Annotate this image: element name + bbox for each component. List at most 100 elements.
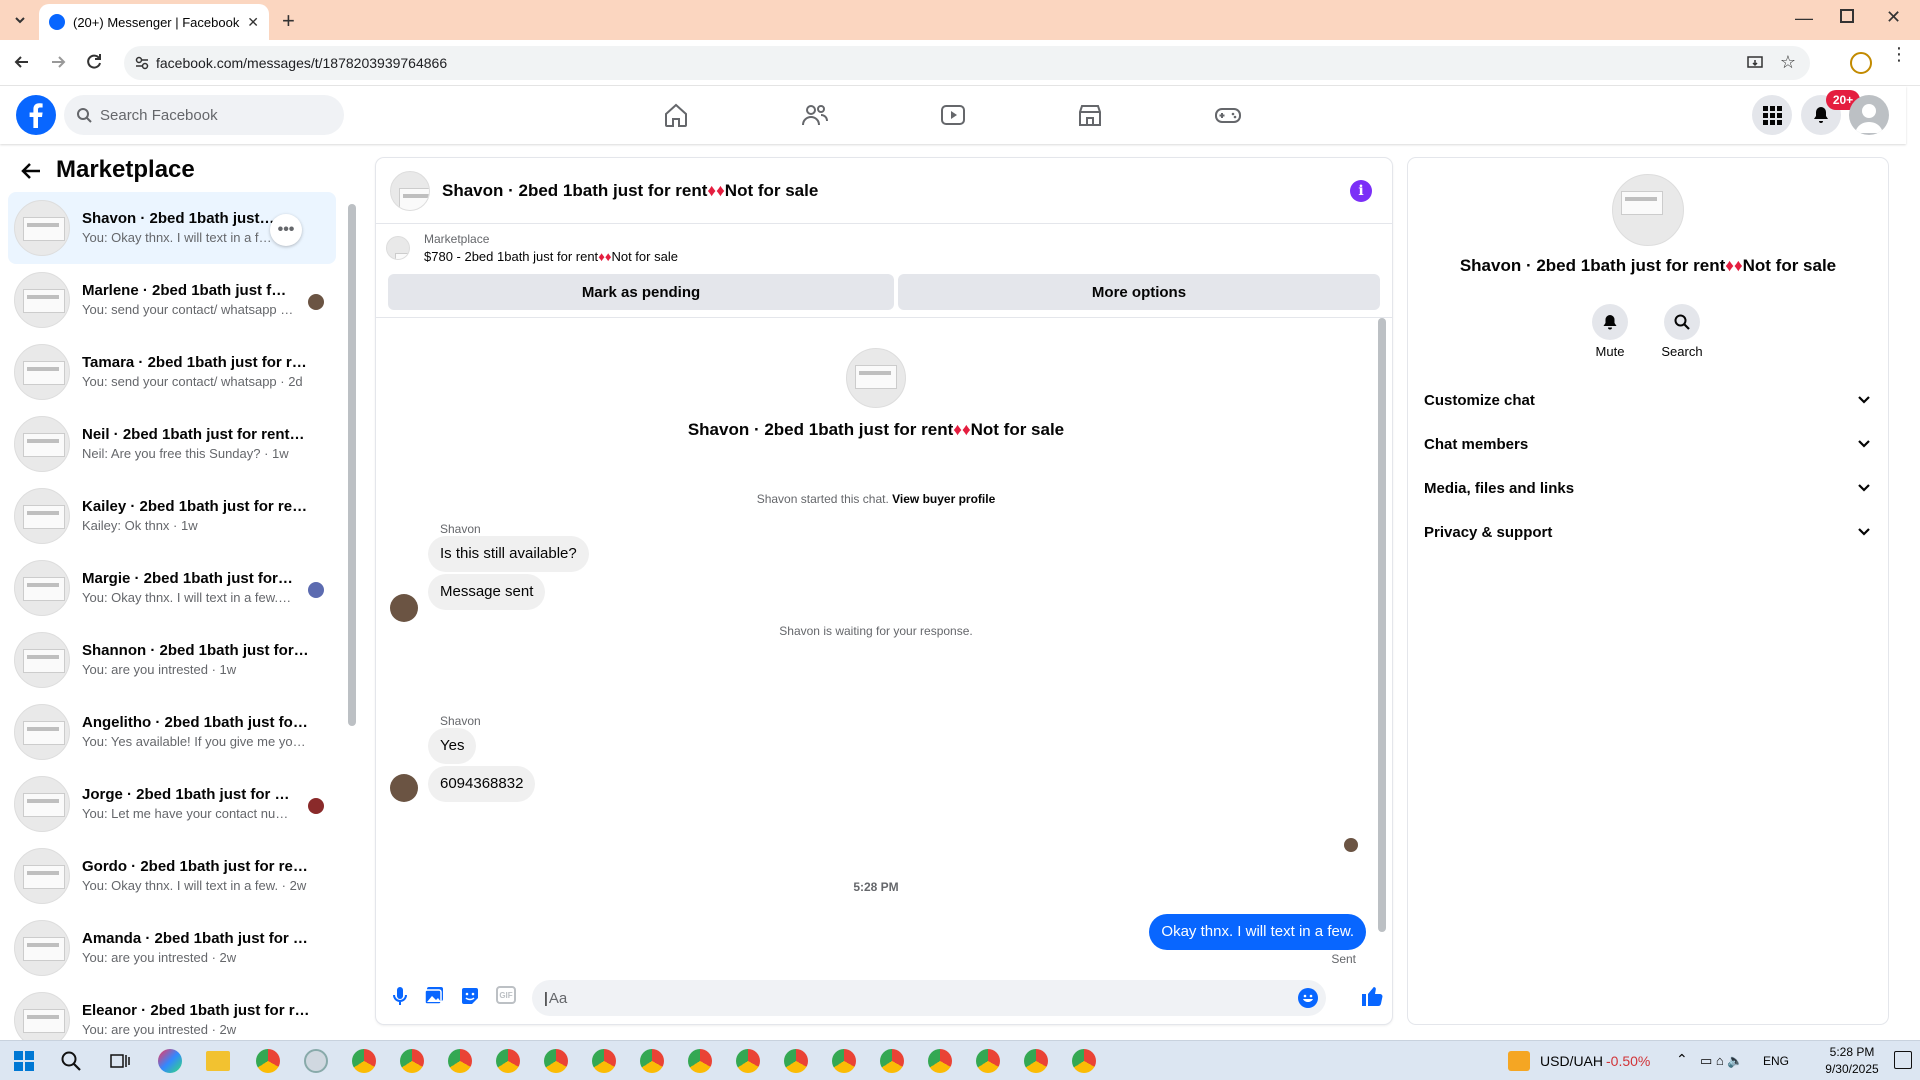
my-message-bubble[interactable]: Okay thnx. I will text in a few. [1149, 914, 1366, 950]
conversation-item-angelitho[interactable]: Angelitho · 2bed 1bath just for rent♦♦No… [8, 696, 336, 768]
message-bubble[interactable]: Is this still available? [428, 536, 589, 572]
listing-text[interactable]: $780 - 2bed 1bath just for rent♦♦Not for… [424, 249, 678, 264]
chat-title[interactable]: Shavon · 2bed 1bath just for rent♦♦Not f… [442, 181, 818, 201]
thread-scrollbar[interactable] [1378, 318, 1386, 932]
conversation-item-gordo[interactable]: Gordo · 2bed 1bath just for rent♦♦Not fo… [8, 840, 336, 912]
currency-widget-icon[interactable] [1508, 1051, 1530, 1071]
mute-bell-icon[interactable] [1592, 304, 1628, 340]
notification-center-icon[interactable] [1894, 1051, 1912, 1069]
listing-thumbnail[interactable] [386, 236, 410, 260]
media-files-links-row[interactable]: Media, files and links [1424, 468, 1872, 508]
conversation-item-tamara[interactable]: Tamara · 2bed 1bath just for rent♦♦Not f… [8, 336, 336, 408]
taskbar-search-icon[interactable] [60, 1050, 82, 1072]
clock-date[interactable]: 9/30/2025 [1820, 1062, 1884, 1076]
chrome-profile-icon[interactable] [1024, 1049, 1048, 1073]
more-options-button[interactable]: More options [898, 274, 1380, 310]
tab-close-icon[interactable]: ✕ [247, 14, 259, 31]
back-arrow-icon[interactable] [20, 160, 42, 182]
chrome-profile-icon[interactable] [400, 1049, 424, 1073]
chevron-up-icon[interactable]: ⌃ [1676, 1051, 1688, 1068]
new-tab-icon[interactable]: + [282, 8, 295, 34]
sender-avatar[interactable] [390, 774, 418, 802]
site-info-icon[interactable] [134, 55, 150, 71]
conversation-item-kailey[interactable]: Kailey · 2bed 1bath just for rent♦♦Not f… [8, 480, 336, 552]
language-indicator[interactable]: ENG [1763, 1054, 1789, 1068]
info-avatar[interactable] [1612, 174, 1684, 246]
mark-as-pending-button[interactable]: Mark as pending [388, 274, 894, 310]
minimize-icon[interactable]: — [1795, 8, 1813, 29]
clock-time[interactable]: 5:28 PM [1820, 1045, 1884, 1059]
emoji-icon[interactable] [1298, 988, 1318, 1008]
browser-menu-icon[interactable]: ⋮ [1890, 45, 1908, 63]
url-field[interactable]: facebook.com/messages/t/1878203939764866… [124, 46, 1810, 80]
conversation-item-margie[interactable]: Margie · 2bed 1bath just for rent♦♦Not f… [8, 552, 336, 624]
file-explorer-icon[interactable] [206, 1051, 230, 1071]
gif-icon[interactable]: GIF [496, 986, 516, 1004]
privacy-support-row[interactable]: Privacy & support [1424, 512, 1872, 552]
mute-label[interactable]: Mute [1580, 344, 1640, 359]
sticker-icon[interactable] [460, 986, 480, 1006]
chrome-icon[interactable] [256, 1049, 280, 1073]
sender-avatar[interactable] [390, 594, 418, 622]
reload-icon[interactable] [84, 52, 104, 72]
chrome-profile-icon[interactable] [832, 1049, 856, 1073]
gaming-icon[interactable] [1208, 96, 1248, 134]
view-buyer-profile-link[interactable]: View buyer profile [892, 492, 995, 506]
photo-gallery-icon[interactable] [424, 986, 444, 1006]
chrome-profile-icon[interactable] [928, 1049, 952, 1073]
conversation-item-amanda[interactable]: Amanda · 2bed 1bath just for rent♦♦Not f… [8, 912, 336, 984]
conversation-item-jorge[interactable]: Jorge · 2bed 1bath just for rent♦♦Not fo… [8, 768, 336, 840]
chrome-profile-icon[interactable] [448, 1049, 472, 1073]
conversation-item-eleanor[interactable]: Eleanor · 2bed 1bath just for rent♦♦Not … [8, 984, 336, 1040]
facebook-logo-icon[interactable] [16, 95, 56, 135]
chrome-profile-icon[interactable] [736, 1049, 760, 1073]
sidebar-scrollbar[interactable] [348, 204, 356, 726]
message-bubble[interactable]: 6094368832 [428, 766, 536, 802]
chrome-profile-icon[interactable] [352, 1049, 376, 1073]
conversation-item-shavon[interactable]: Shavon · 2bed 1bath just for rent♦♦Not f… [8, 192, 336, 264]
currency-pair[interactable]: USD/UAH [1540, 1053, 1603, 1069]
profile-icon[interactable] [1850, 52, 1872, 74]
conversation-item-neil[interactable]: Neil · 2bed 1bath just for rent♦♦Not for… [8, 408, 336, 480]
chrome-profile-icon[interactable] [976, 1049, 1000, 1073]
chat-avatar[interactable] [390, 170, 430, 211]
app-icon[interactable] [304, 1049, 328, 1073]
browser-tab[interactable]: (20+) Messenger | Facebook ✕ [39, 4, 269, 40]
conversation-more-icon[interactable]: ••• [270, 214, 302, 246]
chrome-profile-icon[interactable] [688, 1049, 712, 1073]
install-app-icon[interactable] [1746, 54, 1764, 72]
like-thumbs-up-icon[interactable] [1360, 984, 1384, 1008]
message-bubble[interactable]: Message sent [428, 574, 546, 610]
restore-icon[interactable] [1840, 9, 1854, 23]
tab-list-icon[interactable] [10, 10, 30, 30]
chrome-profile-icon[interactable] [544, 1049, 568, 1073]
message-input[interactable]: | Aa [532, 980, 1326, 1016]
chrome-profile-icon[interactable] [784, 1049, 808, 1073]
marketplace-icon[interactable] [1070, 96, 1110, 134]
conversation-info-icon[interactable]: i [1350, 180, 1372, 202]
system-tray-icons[interactable]: ▭ ⌂ 🔈 [1700, 1053, 1744, 1069]
search-label[interactable]: Search [1652, 344, 1712, 359]
menu-grid-icon[interactable] [1752, 95, 1792, 135]
bookmark-star-icon[interactable]: ☆ [1780, 52, 1796, 73]
copilot-icon[interactable] [158, 1049, 182, 1073]
customize-chat-row[interactable]: Customize chat [1424, 380, 1872, 420]
windows-start-icon[interactable] [14, 1051, 34, 1071]
close-window-icon[interactable]: ✕ [1886, 7, 1901, 28]
microphone-icon[interactable] [390, 986, 410, 1006]
video-icon[interactable] [933, 96, 973, 134]
conversation-item-marlene[interactable]: Marlene · 2bed 1bath just for rent♦♦Not … [8, 264, 336, 336]
facebook-search-input[interactable]: Search Facebook [64, 95, 344, 135]
chat-members-row[interactable]: Chat members [1424, 424, 1872, 464]
message-bubble[interactable]: Yes [428, 728, 477, 764]
task-view-icon[interactable] [110, 1052, 130, 1070]
conversation-item-shannon[interactable]: Shannon · 2bed 1bath just for rent♦♦Not … [8, 624, 336, 696]
account-avatar[interactable] [1849, 95, 1889, 135]
chrome-profile-icon[interactable] [592, 1049, 616, 1073]
chrome-profile-icon[interactable] [496, 1049, 520, 1073]
home-icon[interactable] [656, 96, 696, 134]
chrome-profile-icon[interactable] [880, 1049, 904, 1073]
search-conversation-icon[interactable] [1664, 304, 1700, 340]
chrome-profile-icon[interactable] [1072, 1049, 1096, 1073]
chrome-profile-icon[interactable] [640, 1049, 664, 1073]
